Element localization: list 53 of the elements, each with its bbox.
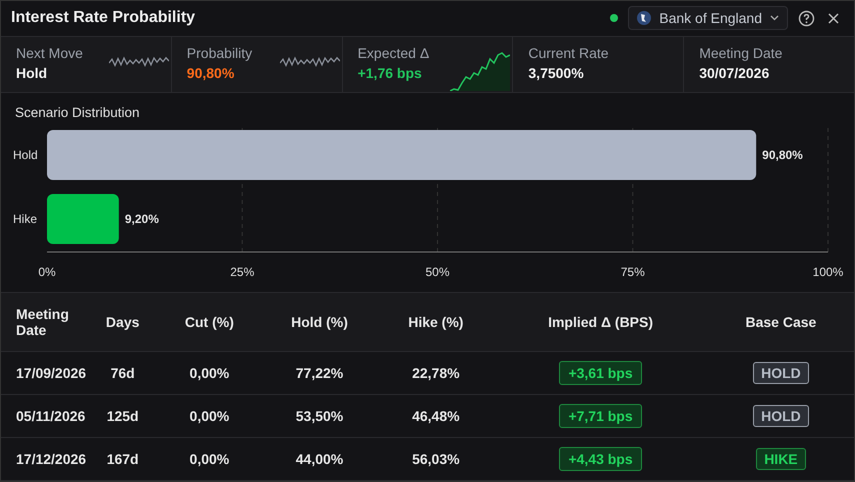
table-cell: 0,00% — [158, 352, 261, 394]
category-label: Hold — [13, 148, 38, 162]
implied-change-tag: +4,43 bps — [559, 447, 642, 471]
help-icon[interactable] — [798, 10, 815, 27]
value-label: 90,80% — [762, 148, 803, 162]
base-case-tag: HOLD — [753, 362, 809, 384]
column-header: Days — [87, 293, 158, 352]
axis-tick-label: 0% — [38, 264, 56, 279]
column-header: Implied Δ (BPS) — [493, 293, 708, 352]
stat-label: Next Move — [16, 44, 84, 60]
globe-icon — [637, 11, 652, 26]
implied-change-tag: +3,61 bps — [559, 361, 642, 385]
axis-tick-label: 100% — [812, 264, 844, 279]
table-cell: 22,78% — [378, 352, 494, 394]
stat-value: 3,7500% — [528, 64, 585, 80]
column-header: Hold (%) — [260, 293, 378, 352]
section-title: Scenario Distribution — [14, 104, 141, 120]
column-header: Meeting Date — [1, 293, 88, 352]
table-cell: 17/09/2026 — [1, 352, 88, 394]
table-cell: 56,03% — [378, 438, 494, 480]
table-cell: 05/11/2026 — [1, 394, 88, 438]
column-header: Hike (%) — [378, 293, 494, 352]
stat-label: Current Rate — [528, 44, 610, 60]
stat-value: Hold — [16, 64, 48, 80]
stat-value: +1,76 bps — [358, 64, 423, 80]
bank-dropdown[interactable]: Bank of England — [628, 6, 788, 30]
axis-tick-label: 75% — [620, 264, 645, 279]
stat-label: Probability — [186, 44, 254, 60]
stat-label: Meeting Date — [699, 44, 784, 60]
table-cell: 53,50% — [260, 394, 378, 438]
axis-tick-label: 25% — [230, 264, 254, 279]
base-case-tag: HIKE — [756, 448, 806, 470]
table-cell: 77,22% — [260, 352, 378, 394]
table-cell: 17/12/2026 — [1, 438, 88, 480]
window-title: Interest Rate Probability — [11, 9, 196, 28]
table-cell: 46,48% — [378, 394, 494, 438]
table-cell: 0,00% — [158, 438, 261, 480]
stat-value: 90,80% — [186, 64, 236, 80]
column-header: Base Case — [708, 293, 854, 352]
table-cell: 0,00% — [158, 394, 261, 438]
table-cell: 125d — [87, 394, 158, 438]
implied-change-tag: +7,71 bps — [559, 404, 642, 428]
table-cell: 167d — [87, 438, 158, 480]
value-label: 9,20% — [124, 212, 159, 226]
axis-tick-label: 50% — [425, 264, 450, 279]
caret-icon — [770, 15, 779, 22]
base-case-tag: HOLD — [753, 405, 809, 427]
category-label: Hike — [13, 212, 38, 226]
table-cell: 76d — [87, 352, 158, 394]
table-cell: 44,00% — [260, 438, 378, 480]
stat-label: Expected Δ — [358, 44, 430, 60]
stat-value: 30/07/2026 — [699, 64, 770, 80]
column-header: Cut (%) — [158, 293, 261, 352]
